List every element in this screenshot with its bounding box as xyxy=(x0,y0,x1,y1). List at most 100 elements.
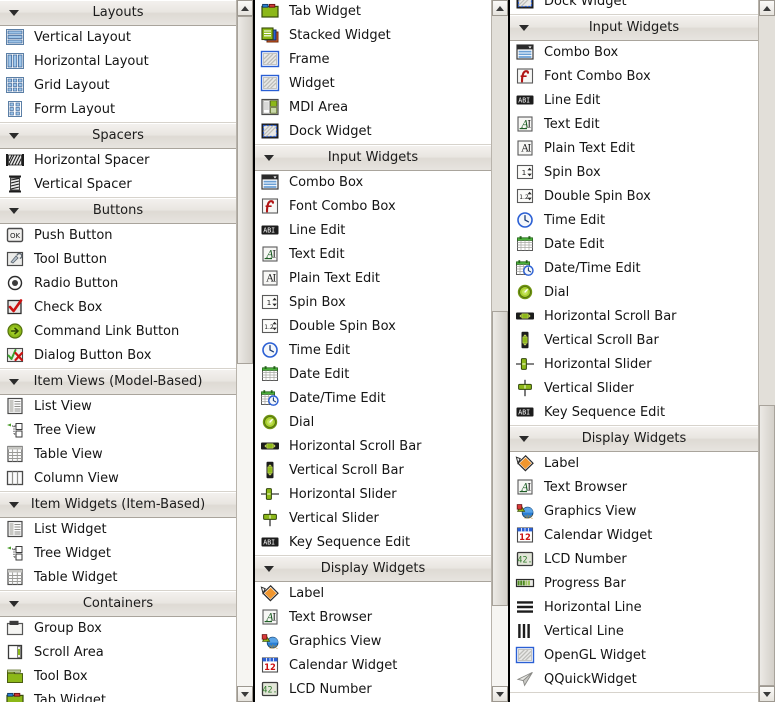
widget-item-dial[interactable]: Dial xyxy=(255,411,491,435)
widget-item-tab-widget[interactable]: Tab Widget xyxy=(255,0,491,24)
category-header-item-widgets-item-based[interactable]: Item Widgets (Item-Based) xyxy=(0,492,236,518)
widget-item-text-browser[interactable]: A I Text Browser xyxy=(510,476,758,500)
category-header-input-widgets[interactable]: Input Widgets xyxy=(510,15,758,41)
panel-middle-scrollbar[interactable] xyxy=(491,0,508,702)
widget-item-double-spin-box[interactable]: 1.2 Double Spin Box xyxy=(510,185,758,209)
panel-left-scrollbar[interactable] xyxy=(236,0,253,702)
widget-item-horizontal-layout[interactable]: Horizontal Layout xyxy=(0,50,236,74)
scrollbar-track[interactable] xyxy=(492,16,508,686)
scrollbar-up-button[interactable] xyxy=(492,0,508,16)
widget-item-scroll-area[interactable]: Scroll Area xyxy=(0,641,236,665)
widget-item-key-sequence-edit[interactable]: ABI Key Sequence Edit xyxy=(255,531,491,555)
widget-item-grid-layout[interactable]: Grid Layout xyxy=(0,74,236,98)
widget-item-text-edit[interactable]: A I Text Edit xyxy=(255,243,491,267)
panel-right-scrollbar[interactable] xyxy=(758,0,775,702)
widget-item-list-view[interactable]: List View xyxy=(0,395,236,419)
scrollbar-up-button[interactable] xyxy=(759,0,775,16)
scrollbar-thumb[interactable] xyxy=(237,16,253,365)
widget-item-calendar-widget[interactable]: 12 Calendar Widget xyxy=(510,524,758,548)
widget-item-plain-text-edit[interactable]: A I Plain Text Edit xyxy=(510,137,758,161)
widget-item-table-view[interactable]: Table View xyxy=(0,443,236,467)
widget-item-text-edit[interactable]: A I Text Edit xyxy=(510,113,758,137)
widget-item-table-widget[interactable]: Table Widget xyxy=(0,566,236,590)
scrollbar-down-button[interactable] xyxy=(759,686,775,702)
category-header-display-widgets[interactable]: Display Widgets xyxy=(255,556,491,582)
widget-item-progress-bar[interactable]: Progress Bar xyxy=(510,572,758,596)
widget-item-tool-button[interactable]: Tool Button xyxy=(0,248,236,272)
widget-item-combo-box[interactable]: Combo Box xyxy=(255,171,491,195)
widget-item-label[interactable]: Label xyxy=(510,452,758,476)
widget-item-form-layout[interactable]: Form Layout xyxy=(0,98,236,122)
widget-item-vertical-scroll-bar[interactable]: Vertical Scroll Bar xyxy=(510,329,758,353)
widget-item-mdi-area[interactable]: MDI Area xyxy=(255,96,491,120)
widget-item-horizontal-slider[interactable]: Horizontal Slider xyxy=(510,353,758,377)
category-header-item-views-model-based[interactable]: Item Views (Model-Based) xyxy=(0,369,236,395)
widget-item-dock-widget[interactable]: Dock Widget xyxy=(255,120,491,144)
widget-item-list-widget[interactable]: List Widget xyxy=(0,518,236,542)
scrollbar-up-button[interactable] xyxy=(237,0,253,16)
widget-item-radio-button[interactable]: Radio Button xyxy=(0,272,236,296)
widget-item-group-box[interactable]: Group Box xyxy=(0,617,236,641)
widget-item-tree-view[interactable]: Tree View xyxy=(0,419,236,443)
widget-item-time-edit[interactable]: Time Edit xyxy=(510,209,758,233)
category-header-buttons[interactable]: Buttons xyxy=(0,198,236,224)
scrollbar-track[interactable] xyxy=(759,16,775,686)
widget-item-line-edit[interactable]: ABI Line Edit xyxy=(255,219,491,243)
category-header-spacers[interactable]: Spacers xyxy=(0,123,236,149)
widget-item-widget[interactable]: Widget xyxy=(255,72,491,96)
scrollbar-thumb[interactable] xyxy=(492,310,508,606)
widget-item-date-edit[interactable]: Date Edit xyxy=(255,363,491,387)
category-header-display-widgets[interactable]: Display Widgets xyxy=(510,426,758,452)
scrollbar-track[interactable] xyxy=(237,16,253,686)
widget-item-push-button[interactable]: OK Push Button xyxy=(0,224,236,248)
widget-item-horizontal-line[interactable]: Horizontal Line xyxy=(510,596,758,620)
widget-item-frame[interactable]: Frame xyxy=(255,48,491,72)
widget-item-lcd-number[interactable]: 42. LCD Number xyxy=(510,548,758,572)
widget-item-qquickwidget[interactable]: QQuickWidget xyxy=(510,668,758,692)
category-header-containers[interactable]: Containers xyxy=(0,591,236,617)
widget-item-combo-box[interactable]: Combo Box xyxy=(510,41,758,65)
widget-item-graphics-view[interactable]: abc Graphics View xyxy=(255,630,491,654)
widget-item-text-browser[interactable]: A I Text Browser xyxy=(255,606,491,630)
widget-item-vertical-slider[interactable]: Vertical Slider xyxy=(510,377,758,401)
widget-item-key-sequence-edit[interactable]: ABI Key Sequence Edit xyxy=(510,401,758,425)
widget-item-tree-widget[interactable]: Tree Widget xyxy=(0,542,236,566)
scrollbar-trough-upper[interactable] xyxy=(759,16,775,405)
widget-item-stacked-widget[interactable]: Stacked Widget xyxy=(255,24,491,48)
widget-item-vertical-line[interactable]: Vertical Line xyxy=(510,620,758,644)
widget-item-column-view[interactable]: Column View xyxy=(0,467,236,491)
widget-item-vertical-slider[interactable]: Vertical Slider xyxy=(255,507,491,531)
widget-item-font-combo-box[interactable]: Font Combo Box xyxy=(510,65,758,89)
widget-item-vertical-scroll-bar[interactable]: Vertical Scroll Bar xyxy=(255,459,491,483)
widget-item-spin-box[interactable]: 1 Spin Box xyxy=(510,161,758,185)
category-header-layouts[interactable]: Layouts xyxy=(0,0,236,26)
widget-item-dock-widget[interactable]: Dock Widget xyxy=(510,0,758,14)
widget-item-label[interactable]: Label xyxy=(255,582,491,606)
widget-item-tool-box[interactable]: Tool Box xyxy=(0,665,236,689)
widget-item-spin-box[interactable]: 1 Spin Box xyxy=(255,291,491,315)
category-header-input-widgets[interactable]: Input Widgets xyxy=(255,145,491,171)
widget-item-double-spin-box[interactable]: 1.2 Double Spin Box xyxy=(255,315,491,339)
widget-item-horizontal-slider[interactable]: Horizontal Slider xyxy=(255,483,491,507)
scrollbar-trough-upper[interactable] xyxy=(492,16,508,311)
widget-item-check-box[interactable]: Check Box xyxy=(0,296,236,320)
widget-item-dial[interactable]: Dial xyxy=(510,281,758,305)
widget-item-tab-widget[interactable]: Tab Widget xyxy=(0,689,236,702)
widget-item-plain-text-edit[interactable]: A I Plain Text Edit xyxy=(255,267,491,291)
widget-item-line-edit[interactable]: ABI Line Edit xyxy=(510,89,758,113)
widget-item-font-combo-box[interactable]: Font Combo Box xyxy=(255,195,491,219)
widget-item-horizontal-scroll-bar[interactable]: Horizontal Scroll Bar xyxy=(255,435,491,459)
widget-item-command-link-button[interactable]: Command Link Button xyxy=(0,320,236,344)
widget-item-horizontal-scroll-bar[interactable]: Horizontal Scroll Bar xyxy=(510,305,758,329)
widget-item-date-time-edit[interactable]: Date/Time Edit xyxy=(510,257,758,281)
scrollbar-down-button[interactable] xyxy=(237,686,253,702)
widget-item-vertical-spacer[interactable]: Vertical Spacer xyxy=(0,173,236,197)
widget-item-lcd-number[interactable]: 42. LCD Number xyxy=(255,678,491,702)
widget-item-date-time-edit[interactable]: Date/Time Edit xyxy=(255,387,491,411)
widget-item-vertical-layout[interactable]: Vertical Layout xyxy=(0,26,236,50)
widget-item-date-edit[interactable]: Date Edit xyxy=(510,233,758,257)
widget-item-calendar-widget[interactable]: 12 Calendar Widget xyxy=(255,654,491,678)
widget-item-dialog-button-box[interactable]: Dialog Button Box xyxy=(0,344,236,368)
widget-item-horizontal-spacer[interactable]: Horizontal Spacer xyxy=(0,149,236,173)
scrollbar-down-button[interactable] xyxy=(492,686,508,702)
